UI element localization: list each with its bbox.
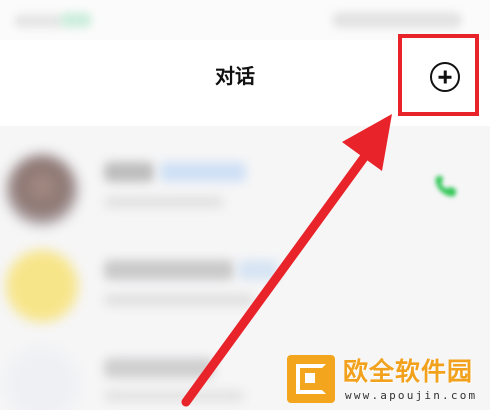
contact-tag-blur <box>160 162 246 182</box>
contact-tag-blur <box>238 260 278 280</box>
watermark-text: 欧全软件园 <box>343 357 474 386</box>
list-item[interactable] <box>0 146 490 238</box>
watermark-logo-icon <box>287 355 335 403</box>
status-icons-blur <box>332 12 462 28</box>
phone-icon[interactable] <box>428 168 464 204</box>
message-preview-blur <box>104 294 254 306</box>
contact-name-blur <box>104 260 234 280</box>
contact-name-blur <box>104 358 214 378</box>
avatar <box>6 348 78 410</box>
message-preview-blur <box>104 196 224 208</box>
app-screen: 对话 欧全软件园 www.apoujin.com <box>0 0 490 410</box>
watermark: 欧全软件园 www.apoujin.com <box>287 355 487 407</box>
contact-name-blur <box>104 162 154 182</box>
message-preview-blur <box>104 390 244 402</box>
avatar <box>6 250 78 322</box>
status-signal-blur <box>60 12 92 28</box>
highlight-box <box>398 34 479 116</box>
watermark-url: www.apoujin.com <box>345 389 478 402</box>
status-time-blur <box>14 14 64 28</box>
avatar <box>6 154 78 226</box>
list-item[interactable] <box>0 242 490 334</box>
